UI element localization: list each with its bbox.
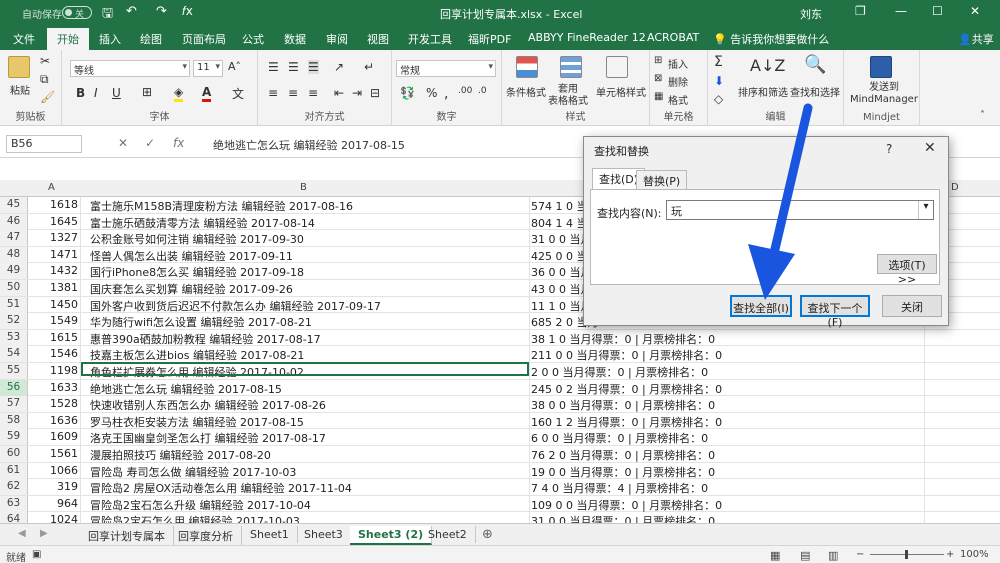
annotation-arrow	[748, 103, 813, 300]
arrow-shaft	[767, 103, 813, 267]
arrow-head	[748, 244, 795, 300]
